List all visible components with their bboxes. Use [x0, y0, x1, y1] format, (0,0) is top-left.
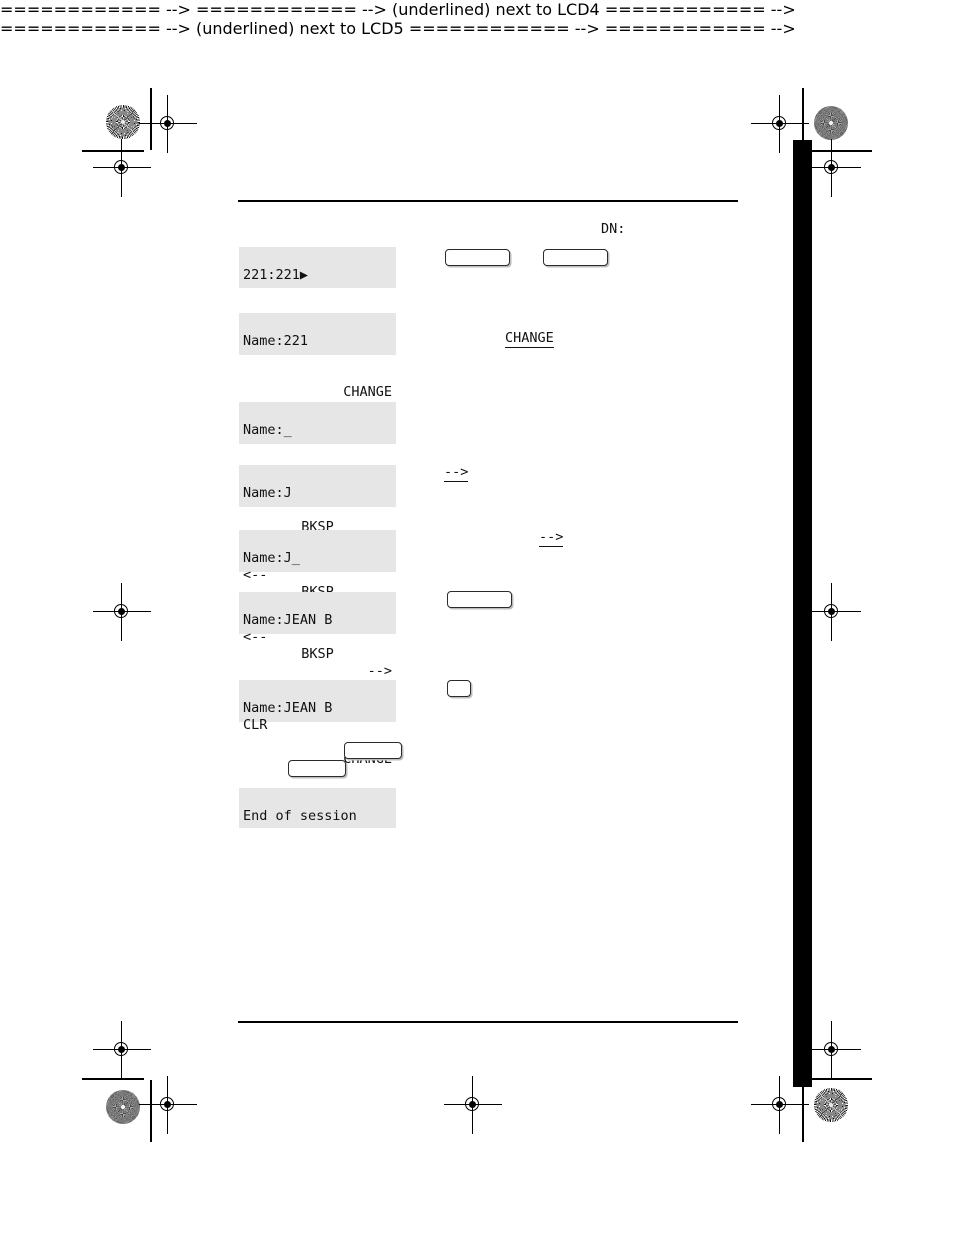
registration-target-icon — [139, 1076, 197, 1134]
registration-target-icon — [803, 583, 861, 641]
lcd-line-1: Name:221 — [239, 316, 396, 349]
registration-target-icon — [751, 1076, 809, 1134]
lcd-line-2: CHANGE — [239, 333, 396, 400]
registration-target-icon — [751, 95, 809, 153]
lcd-line-1: Name:_ — [239, 405, 396, 438]
registration-target-icon — [93, 139, 151, 197]
lcd-line-1: End of session — [239, 791, 396, 824]
key-dn-entry-button[interactable] — [543, 249, 608, 266]
lcd-line-2 — [239, 808, 396, 825]
key-feature-button[interactable] — [445, 249, 510, 266]
registration-target-icon — [803, 139, 861, 197]
star-registration-target-icon — [814, 1088, 848, 1122]
registration-target-icon — [803, 1021, 861, 1079]
lcd-display-name-j-cursor: Name:J_ <-- BKSP --> — [239, 530, 396, 617]
dn-label: DN: — [601, 221, 626, 237]
lcd-line-2: BKSP --> — [239, 485, 396, 552]
next-arrow-annotation-2[interactable]: --> — [539, 529, 564, 547]
lcd-display-name-j: Name:J BKSP --> — [239, 465, 396, 552]
key-release-lower-button[interactable] — [288, 760, 346, 777]
key-enter-name-button[interactable] — [447, 591, 512, 608]
lcd-display-name-221: Name:221 CHANGE — [239, 313, 396, 400]
lcd-softkey-left[interactable]: CLR — [243, 717, 267, 734]
key-release-upper-button[interactable] — [344, 742, 402, 759]
lcd-display-name-jean-b-clr: Name:JEAN B CLR CHANGE — [239, 680, 396, 767]
registration-target-icon — [444, 1076, 502, 1134]
change-softkey-annotation[interactable]: CHANGE — [505, 330, 554, 348]
lcd-display-name-jean-b: Name:JEAN B <-- BKSP --> — [239, 592, 396, 679]
crop-mark-line — [150, 1080, 152, 1142]
lcd-line-2: CLR CHANGE — [239, 700, 396, 767]
star-registration-target-icon — [106, 105, 140, 139]
crop-mark-line — [150, 88, 152, 150]
crop-mark-line — [802, 1080, 804, 1142]
registration-target-icon — [93, 1021, 151, 1079]
lcd-softkey-left[interactable]: <-- — [243, 567, 267, 584]
next-arrow-annotation-1[interactable]: --> — [444, 464, 469, 482]
lcd-softkey-right[interactable]: CHANGE — [343, 384, 392, 401]
thumb-index-tab — [793, 140, 812, 1087]
lcd-softkey-left[interactable]: <-- — [243, 629, 267, 646]
star-registration-target-icon — [106, 1090, 140, 1124]
registration-target-icon — [93, 583, 151, 641]
lcd-display-name-empty: Name:_ --> — [239, 402, 396, 489]
lcd-softkey-middle[interactable]: BKSP — [301, 646, 334, 663]
key-ok-small-button[interactable] — [447, 680, 471, 697]
star-registration-target-icon — [814, 106, 848, 140]
lcd-line-2: <-- BKSP --> — [239, 550, 396, 617]
lcd-line-1: Name:JEAN B — [239, 595, 396, 628]
crop-mark-line — [82, 1078, 144, 1080]
lcd-line-1: Name:JEAN B — [239, 683, 396, 716]
crop-mark-line — [82, 150, 144, 152]
lcd-line-2: --> — [239, 422, 396, 489]
header-rule — [238, 200, 738, 202]
crop-mark-line — [810, 150, 872, 152]
document-page: DN: 221:221▶ FIND Name:221 CHANGE CHANGE… — [0, 0, 954, 1235]
lcd-line-1: Name:J_ — [239, 533, 396, 566]
footer-rule — [238, 1021, 738, 1023]
crop-mark-line — [810, 1078, 872, 1080]
lcd-line-1: 221:221▶ — [239, 250, 396, 283]
lcd-line-2: FIND — [239, 267, 396, 334]
lcd-display-find: 221:221▶ FIND — [239, 247, 396, 334]
lcd-line-1: Name:J — [239, 468, 396, 501]
lcd-softkey-right[interactable]: --> — [368, 663, 392, 680]
lcd-display-end-of-session: End of session — [239, 788, 396, 828]
registration-target-icon — [139, 95, 197, 153]
lcd-line-2: <-- BKSP --> — [239, 612, 396, 679]
